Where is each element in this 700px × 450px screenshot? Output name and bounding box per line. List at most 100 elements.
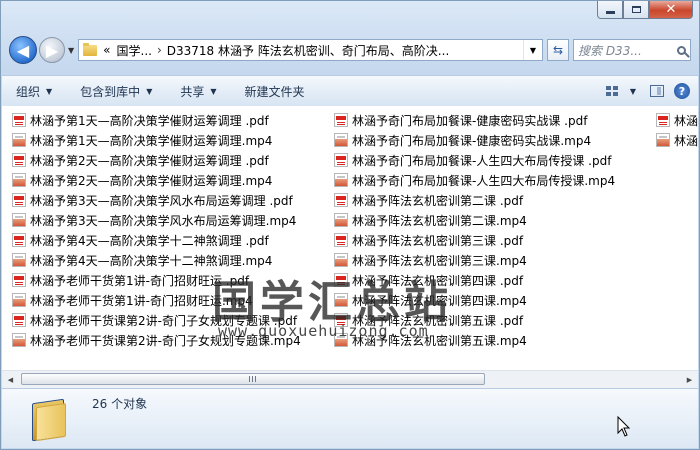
pdf-file-icon <box>12 113 26 127</box>
breadcrumb-separator-icon[interactable]: › <box>157 43 162 57</box>
search-input[interactable]: 搜索 D33... <box>573 39 691 61</box>
file-item[interactable]: 林涵予奇门布局加餐课-健康密码实战课.mp4 <box>334 130 615 150</box>
help-icon[interactable]: ? <box>674 83 690 99</box>
item-count: 26 个对象 <box>92 397 148 411</box>
file-name: 林涵予第2天—高阶决策学催财运筹调理 .pdf <box>30 153 269 168</box>
pdf-file-icon <box>12 233 26 247</box>
horizontal-scrollbar[interactable]: ◀ ▶ <box>2 370 698 388</box>
chevron-down-icon: ▼ <box>629 86 636 96</box>
preview-pane-icon[interactable] <box>650 85 664 97</box>
search-icon <box>677 45 686 55</box>
file-item[interactable]: 林涵予奇门布局加餐课-人生四大布局传授课.mp4 <box>334 170 615 190</box>
video-file-icon <box>12 213 26 227</box>
video-file-icon <box>334 253 348 267</box>
file-name: 林涵予奇门布局加餐课-健康密码实战课 .pdf <box>352 113 588 128</box>
file-item[interactable]: 林涵予阵法玄机密训第二课.mp4 <box>334 210 615 230</box>
file-name: 林涵予第2天—高阶决策学催财运筹调理.mp4 <box>30 173 273 188</box>
file-item[interactable]: 林涵予第2天—高阶决策学催财运筹调理.mp4 <box>12 170 301 190</box>
pdf-file-icon <box>12 273 26 287</box>
pdf-file-icon <box>334 113 348 127</box>
file-name: 林涵予第4天—高阶决策学十二神煞调理 .pdf <box>30 233 269 248</box>
file-name: 林涵予第1天—高阶决策学催财运筹调理.mp4 <box>30 133 273 148</box>
navigation-bar: ◀ ▶ ▼ « 国学... › D33718 林涵予 阵法玄机密训、奇门布局、高… <box>9 35 691 65</box>
file-item[interactable]: 林涵予第4天—高阶决策学十二神煞调理 .pdf <box>12 230 301 250</box>
breadcrumb-item[interactable]: 国学... <box>117 42 152 59</box>
chevron-down-icon: ▼ <box>46 86 53 96</box>
file-item[interactable]: 林涵予第2天—高阶决策学催财运筹调理 .pdf <box>12 150 301 170</box>
maximize-button[interactable] <box>623 1 649 19</box>
file-item[interactable]: 林涵 <box>656 130 698 150</box>
view-icon <box>605 86 618 96</box>
new-folder-label: 新建文件夹 <box>244 84 305 99</box>
recent-pages-dropdown[interactable]: ▼ <box>68 46 74 55</box>
forward-button[interactable]: ▶ <box>39 37 65 63</box>
pdf-file-icon <box>334 153 348 167</box>
pdf-file-icon <box>334 233 348 247</box>
organize-menu[interactable]: 组织 ▼ <box>2 76 66 106</box>
details-pane: 26 个对象 <box>2 388 698 448</box>
video-file-icon <box>334 213 348 227</box>
forward-arrow-icon: ▶ <box>45 40 59 60</box>
scroll-right-icon[interactable]: ▶ <box>681 371 698 388</box>
refresh-icon: ⇆ <box>552 43 564 57</box>
minimize-icon <box>605 11 615 14</box>
video-file-icon <box>12 333 26 347</box>
pdf-file-icon <box>656 113 670 127</box>
breadcrumb-overflow[interactable]: « <box>103 43 110 57</box>
address-dropdown-icon[interactable]: ▼ <box>523 40 542 60</box>
mouse-cursor-icon <box>617 416 631 437</box>
file-name: 林涵予第3天—高阶决策学风水布局运筹调理.mp4 <box>30 213 297 228</box>
back-button[interactable]: ◀ <box>9 36 37 64</box>
close-icon: ✕ <box>665 2 677 17</box>
file-item[interactable]: 林涵予第3天—高阶决策学风水布局运筹调理.mp4 <box>12 210 301 230</box>
file-name: 林涵予阵法玄机密训第二课 .pdf <box>352 193 524 208</box>
video-file-icon <box>12 133 26 147</box>
pdf-file-icon <box>334 193 348 207</box>
scroll-left-icon[interactable]: ◀ <box>2 371 19 388</box>
chevron-down-icon: ▼ <box>210 86 217 96</box>
video-file-icon <box>12 253 26 267</box>
maximize-icon <box>631 6 641 13</box>
file-name: 林涵予第1天—高阶决策学催财运筹调理 .pdf <box>30 113 269 128</box>
video-file-icon <box>334 133 348 147</box>
pdf-file-icon <box>12 153 26 167</box>
refresh-button[interactable]: ⇆ <box>547 39 569 61</box>
folder-large-icon <box>28 395 72 442</box>
explorer-window: ✕ ◀ ▶ ▼ « 国学... › D33718 林涵予 阵法玄机密训、奇门布局… <box>0 0 700 450</box>
include-library-menu[interactable]: 包含到库中 ▼ <box>66 76 166 106</box>
include-library-label: 包含到库中 <box>80 84 141 99</box>
file-item[interactable]: 林涵予阵法玄机密训第三课 .pdf <box>334 230 615 250</box>
scroll-thumb[interactable] <box>21 373 485 385</box>
view-options-button[interactable]: ▼ <box>602 76 640 106</box>
new-folder-button[interactable]: 新建文件夹 <box>231 76 319 106</box>
chevron-down-icon: ▼ <box>146 86 153 96</box>
file-item[interactable]: 林涵予阵法玄机密训第二课 .pdf <box>334 190 615 210</box>
command-bar: 组织 ▼ 包含到库中 ▼ 共享 ▼ 新建文件夹 ▼ ? <box>2 75 698 107</box>
back-arrow-icon: ◀ <box>16 40 30 60</box>
organize-label: 组织 <box>16 84 41 99</box>
file-name: 林涵予阵法玄机密训第二课.mp4 <box>352 213 527 228</box>
close-button[interactable]: ✕ <box>649 1 693 19</box>
file-item[interactable]: 林涵予第3天—高阶决策学风水布局运筹调理 .pdf <box>12 190 301 210</box>
video-file-icon <box>656 133 670 147</box>
breadcrumb-current[interactable]: D33718 林涵予 阵法玄机密训、奇门布局、高阶决... <box>167 42 450 59</box>
search-placeholder: 搜索 D33... <box>578 43 642 58</box>
file-item[interactable]: 林涵予奇门布局加餐课-人生四大布局传授课 .pdf <box>334 150 615 170</box>
caption-buttons: ✕ <box>597 1 693 21</box>
share-menu[interactable]: 共享 ▼ <box>166 76 230 106</box>
watermark-url: www.guoxuehuizong.com <box>218 322 429 340</box>
file-item[interactable]: 林涵 <box>656 110 698 130</box>
share-label: 共享 <box>180 84 205 99</box>
file-name: 林涵 <box>674 113 698 128</box>
file-item[interactable]: 林涵予奇门布局加餐课-健康密码实战课 .pdf <box>334 110 615 130</box>
video-file-icon <box>334 173 348 187</box>
video-file-icon <box>12 173 26 187</box>
watermark-title: 国学汇总站 <box>212 277 452 328</box>
file-item[interactable]: 林涵予第1天—高阶决策学催财运筹调理.mp4 <box>12 130 301 150</box>
scroll-track[interactable] <box>19 371 681 388</box>
file-name: 林涵予阵法玄机密训第三课 .pdf <box>352 233 524 248</box>
minimize-button[interactable] <box>597 1 623 19</box>
address-bar[interactable]: « 国学... › D33718 林涵予 阵法玄机密训、奇门布局、高阶决... … <box>78 39 543 61</box>
pdf-file-icon <box>12 193 26 207</box>
file-item[interactable]: 林涵予第1天—高阶决策学催财运筹调理 .pdf <box>12 110 301 130</box>
